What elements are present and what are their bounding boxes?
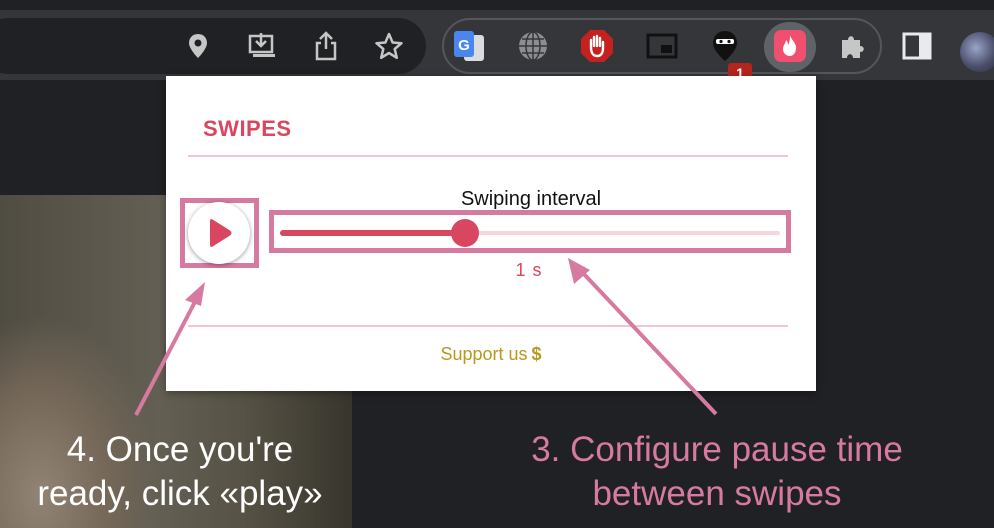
play-instruction-caption: 4. Once you're ready, click «play» (15, 428, 345, 516)
play-instruction-line-1: 4. Once you're (66, 430, 294, 469)
play-arrowhead (185, 282, 205, 306)
slider-arrowhead (568, 258, 590, 284)
configure-instruction-line-2: between swipes (592, 474, 842, 513)
play-arrow-line (134, 297, 199, 416)
slider-arrow-line (580, 270, 718, 416)
configure-instruction-caption: 3. Configure pause time between swipes (497, 428, 937, 516)
configure-instruction-line-1: 3. Configure pause time (531, 430, 903, 469)
play-instruction-line-2: ready, click «play» (37, 474, 323, 513)
